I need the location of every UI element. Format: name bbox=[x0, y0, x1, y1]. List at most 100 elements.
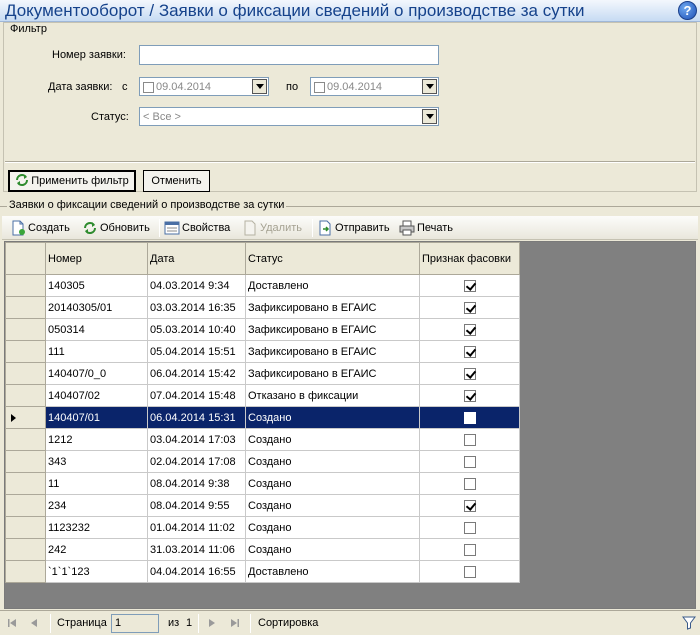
cell-status[interactable]: Создано bbox=[245, 450, 420, 473]
cell-status[interactable]: Доставлено bbox=[245, 560, 420, 583]
cell-status[interactable]: Создано bbox=[245, 472, 420, 495]
cell-number[interactable]: 20140305/01 bbox=[45, 296, 148, 319]
properties-button[interactable]: Свойства bbox=[164, 220, 236, 236]
table-row[interactable]: 140407/01 06.04.2014 15:31 Создано bbox=[5, 406, 520, 429]
table-row[interactable]: 1212 03.04.2014 17:03 Создано bbox=[5, 428, 520, 451]
cell-date[interactable]: 02.04.2014 17:08 bbox=[147, 450, 246, 473]
packed-checkbox[interactable] bbox=[463, 323, 476, 336]
table-row[interactable]: 343 02.04.2014 17:08 Создано bbox=[5, 450, 520, 473]
table-row[interactable]: 140305 04.03.2014 9:34 Доставлено bbox=[5, 274, 520, 297]
cell-date[interactable]: 05.03.2014 10:40 bbox=[147, 318, 246, 341]
table-row[interactable]: 234 08.04.2014 9:55 Создано bbox=[5, 494, 520, 517]
status-select[interactable]: < Все > bbox=[139, 107, 439, 126]
cell-status[interactable]: Создано bbox=[245, 538, 420, 561]
cell-date[interactable]: 04.04.2014 16:55 bbox=[147, 560, 246, 583]
cell-date[interactable]: 07.04.2014 15:48 bbox=[147, 384, 246, 407]
cell-date[interactable]: 01.04.2014 11:02 bbox=[147, 516, 246, 539]
cell-number[interactable]: 050314 bbox=[45, 318, 148, 341]
help-icon[interactable]: ? bbox=[678, 1, 697, 20]
cell-date[interactable]: 31.03.2014 11:06 bbox=[147, 538, 246, 561]
table-row[interactable]: 140407/02 07.04.2014 15:48 Отказано в фикс… bbox=[5, 384, 520, 407]
row-header[interactable] bbox=[5, 274, 46, 297]
cell-number[interactable]: 343 bbox=[45, 450, 148, 473]
chevron-down-icon[interactable] bbox=[422, 109, 437, 124]
table-row[interactable]: `1`1`123 04.04.2014 16:55 Доставлено bbox=[5, 560, 520, 583]
cell-number[interactable]: 11 bbox=[45, 472, 148, 495]
cell-date[interactable]: 04.03.2014 9:34 bbox=[147, 274, 246, 297]
cell-date[interactable]: 03.04.2014 17:03 bbox=[147, 428, 246, 451]
row-header[interactable] bbox=[5, 450, 46, 473]
chevron-down-icon[interactable] bbox=[252, 79, 267, 94]
print-button[interactable]: Печать bbox=[399, 220, 459, 236]
cell-status[interactable]: Зафиксировано в ЕГАИС bbox=[245, 340, 420, 363]
requests-grid[interactable]: Номер Дата Статус Признак фасовки 140305… bbox=[4, 241, 696, 609]
refresh-button[interactable]: Обновить bbox=[82, 220, 154, 236]
table-row[interactable]: 140407/0_0 06.04.2014 15:42 Зафиксировано … bbox=[5, 362, 520, 385]
cell-number[interactable]: 242 bbox=[45, 538, 148, 561]
cell-date[interactable]: 06.04.2014 15:31 bbox=[147, 406, 246, 429]
packed-checkbox[interactable] bbox=[463, 565, 476, 578]
cell-number[interactable]: 140407/02 bbox=[45, 384, 148, 407]
cell-status[interactable]: Доставлено bbox=[245, 274, 420, 297]
date-to-checkbox[interactable] bbox=[314, 82, 325, 93]
chevron-down-icon[interactable] bbox=[422, 79, 437, 94]
column-header-packed[interactable]: Признак фасовки bbox=[419, 242, 520, 275]
last-page-icon[interactable] bbox=[229, 617, 241, 629]
cell-status[interactable]: Создано bbox=[245, 494, 420, 517]
request-number-input[interactable] bbox=[139, 45, 439, 65]
cell-number[interactable]: 1212 bbox=[45, 428, 148, 451]
row-header[interactable] bbox=[5, 384, 46, 407]
create-button[interactable]: Создать bbox=[10, 220, 74, 236]
date-to-picker[interactable]: 09.04.2014 bbox=[310, 77, 439, 96]
row-header[interactable] bbox=[5, 560, 46, 583]
row-header[interactable] bbox=[5, 538, 46, 561]
packed-checkbox[interactable] bbox=[463, 543, 476, 556]
filter-funnel-icon[interactable] bbox=[682, 616, 696, 630]
cell-status[interactable]: Зафиксировано в ЕГАИС bbox=[245, 296, 420, 319]
cell-number[interactable]: 234 bbox=[45, 494, 148, 517]
cell-status[interactable]: Создано bbox=[245, 406, 420, 429]
delete-button[interactable]: Удалить bbox=[242, 220, 306, 236]
packed-checkbox[interactable] bbox=[463, 477, 476, 490]
cancel-filter-button[interactable]: Отменить bbox=[143, 170, 210, 192]
cell-date[interactable]: 06.04.2014 15:42 bbox=[147, 362, 246, 385]
cell-status[interactable]: Зафиксировано в ЕГАИС bbox=[245, 362, 420, 385]
cell-date[interactable]: 08.04.2014 9:38 bbox=[147, 472, 246, 495]
apply-filter-button[interactable]: Применить фильтр bbox=[8, 170, 136, 192]
row-header[interactable] bbox=[5, 362, 46, 385]
first-page-icon[interactable] bbox=[6, 617, 18, 629]
cell-number[interactable]: 140305 bbox=[45, 274, 148, 297]
packed-checkbox[interactable] bbox=[463, 345, 476, 358]
row-header[interactable] bbox=[5, 472, 46, 495]
cell-status[interactable]: Создано bbox=[245, 516, 420, 539]
column-header-number[interactable]: Номер bbox=[45, 242, 148, 275]
table-row[interactable]: 20140305/01 03.03.2014 16:35 Зафиксировано… bbox=[5, 296, 520, 319]
packed-checkbox[interactable] bbox=[463, 301, 476, 314]
table-row[interactable]: 111 05.04.2014 15:51 Зафиксировано в ЕГАИС bbox=[5, 340, 520, 363]
row-header[interactable] bbox=[5, 318, 46, 341]
previous-page-icon[interactable] bbox=[28, 617, 40, 629]
table-row[interactable]: 050314 05.03.2014 10:40 Зафиксировано в ЕГ… bbox=[5, 318, 520, 341]
cell-status[interactable]: Создано bbox=[245, 428, 420, 451]
column-header-status[interactable]: Статус bbox=[245, 242, 420, 275]
cell-number[interactable]: 111 bbox=[45, 340, 148, 363]
packed-checkbox[interactable] bbox=[463, 279, 476, 292]
cell-date[interactable]: 08.04.2014 9:55 bbox=[147, 494, 246, 517]
packed-checkbox[interactable] bbox=[463, 411, 476, 424]
table-row[interactable]: 11 08.04.2014 9:38 Создано bbox=[5, 472, 520, 495]
table-row[interactable]: 242 31.03.2014 11:06 Создано bbox=[5, 538, 520, 561]
page-number-input[interactable]: 1 bbox=[111, 614, 159, 633]
row-header[interactable] bbox=[5, 406, 46, 429]
next-page-icon[interactable] bbox=[206, 617, 218, 629]
column-header-date[interactable]: Дата bbox=[147, 242, 246, 275]
packed-checkbox[interactable] bbox=[463, 499, 476, 512]
cell-number[interactable]: 140407/01 bbox=[45, 406, 148, 429]
send-button[interactable]: Отправить bbox=[317, 220, 393, 236]
row-header[interactable] bbox=[5, 340, 46, 363]
row-header[interactable] bbox=[5, 428, 46, 451]
cell-status[interactable]: Зафиксировано в ЕГАИС bbox=[245, 318, 420, 341]
cell-date[interactable]: 03.03.2014 16:35 bbox=[147, 296, 246, 319]
packed-checkbox[interactable] bbox=[463, 521, 476, 534]
date-from-checkbox[interactable] bbox=[143, 82, 154, 93]
row-header[interactable] bbox=[5, 494, 46, 517]
